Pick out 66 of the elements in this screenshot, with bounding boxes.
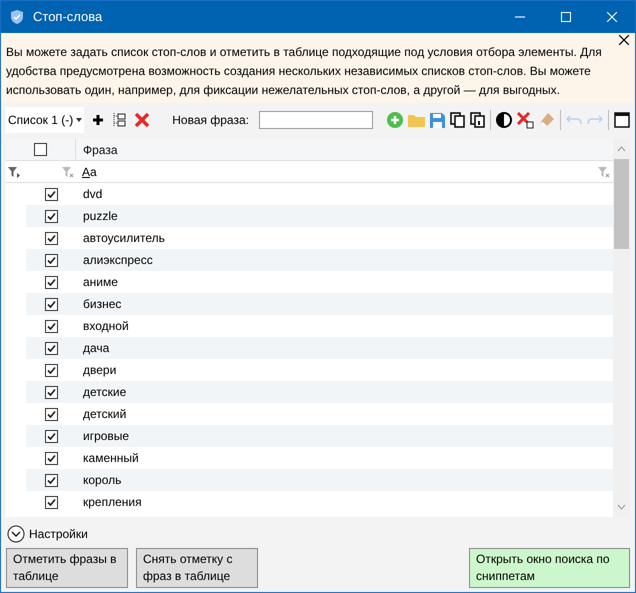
info-text: Вы можете задать список стоп-слов и отметить в таблице подходящие под условия отбора элементы. Для удобства предусмотрена возможность создания нескольких независимых списков стоп-слов. Вы можете использовать один, например, для фиксации нежелательных стоп-слов, а другой — для выгодных. [6,44,603,99]
maximize-icon [561,12,571,22]
phrase-cell-text: puzzle [82,208,118,225]
action-button[interactable]: Отметить фразы в таблице [6,548,128,588]
close-icon [607,12,617,22]
column-header[interactable]: Фраза [76,140,118,158]
filter-icon[interactable] [7,166,21,178]
paste-icon[interactable] [470,112,485,128]
caret-icon [76,118,82,122]
phrase-cell-text: детские [82,384,126,401]
checkbox[interactable] [44,408,58,420]
table-row[interactable]: дача [26,337,613,359]
table-row[interactable]: детские [26,381,613,403]
list-dropdown[interactable]: Список 1 (-) [6,107,84,133]
checkbox[interactable] [44,364,58,376]
table-row[interactable]: puzzle [26,205,613,227]
table-row[interactable]: алиэкспресс [26,249,613,271]
window-title: Стоп-слова [33,8,102,26]
table-row[interactable]: король [26,469,613,491]
chevron-circle-icon [7,525,25,543]
phrase-cell-text: входной [82,318,129,335]
checkbox[interactable] [44,452,58,464]
copy-icon[interactable] [450,112,465,128]
checkbox[interactable] [44,232,58,244]
phrase-cell-text: dvd [82,186,102,203]
checkbox[interactable] [44,210,58,222]
checkbox[interactable] [34,143,47,156]
checkbox[interactable] [44,342,58,354]
phrase-cell-text: двери [82,362,116,379]
checkbox[interactable] [44,430,58,442]
phrase-cell-text: каменный [82,450,139,467]
close-banner-button[interactable] [619,34,631,46]
filter-field[interactable]: Aa [76,162,597,180]
window-icon[interactable] [614,112,630,128]
phrase-field[interactable] [258,111,373,129]
phrase-cell-text: король [82,472,122,489]
phrase-cell-text: дача [82,340,110,357]
phrase-label: Новая фраза: [172,112,249,129]
checkbox[interactable] [44,276,58,288]
scrollbar-thumb[interactable] [614,159,629,249]
action-button[interactable]: Открыть окно поиска по сниппетам [469,548,630,588]
checkbox[interactable] [44,320,58,332]
table-row[interactable]: бизнес [26,293,613,315]
checkbox[interactable] [44,386,58,398]
tree-icon[interactable] [112,112,126,128]
table-row[interactable]: игровые [26,425,613,447]
plus-icon[interactable] [92,114,104,126]
phrase-cell-text: автоусилитель [82,230,165,247]
shield-icon [9,9,25,25]
contrast-icon[interactable] [496,112,512,128]
checkbox[interactable] [44,298,58,310]
phrase-cell-text: детский [82,406,126,423]
delete-icon[interactable] [134,112,150,128]
save-icon[interactable] [430,112,445,128]
phrase-cell-text: бизнес [82,296,122,313]
checkbox[interactable] [44,496,58,508]
phrase-cell-text: игровые [82,428,130,445]
checkbox[interactable] [44,254,58,266]
phrase-cell-text: алиэкспресс [82,252,153,269]
action-button[interactable]: Снять отметку с фраз в таблице [136,548,258,588]
uncheck-icon[interactable] [516,112,534,128]
settings-toggle[interactable]: Настройки [7,523,88,545]
checkbox[interactable] [44,188,58,200]
phrase-cell-text: аниме [82,274,118,291]
phrase-cell-text: крепления [82,494,142,511]
checkbox[interactable] [44,474,58,486]
